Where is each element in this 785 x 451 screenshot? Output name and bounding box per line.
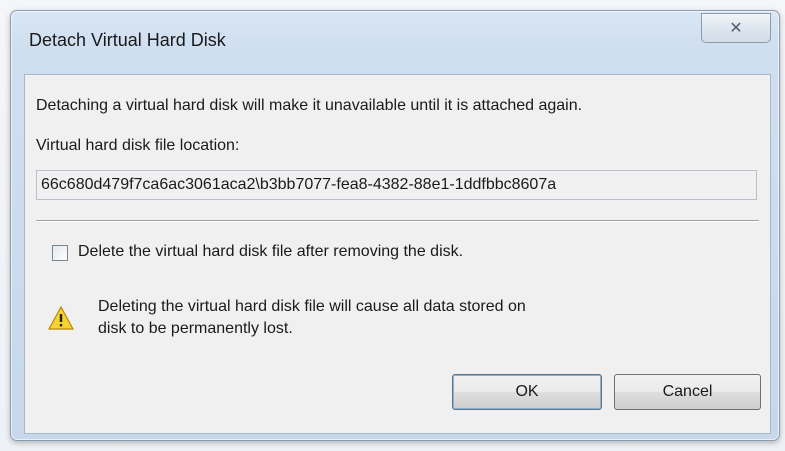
divider [36,220,759,222]
close-icon: ✕ [729,20,743,37]
dialog-title: Detach Virtual Hard Disk [29,30,226,50]
warning-line-2: disk to be permanently lost. [98,320,293,337]
delete-file-label[interactable]: Delete the virtual hard disk file after … [78,243,463,261]
ok-button[interactable]: OK [452,374,602,410]
delete-file-checkbox[interactable] [52,245,68,261]
warning-icon [48,306,74,330]
intro-text: Detaching a virtual hard disk will make … [36,97,583,114]
close-button[interactable]: ✕ [701,13,771,43]
location-field[interactable] [36,170,757,200]
location-label: Virtual hard disk file location: [36,137,240,154]
warning-line-1: Deleting the virtual hard disk file will… [98,298,526,315]
dialog-titlebar: Detach Virtual Hard Disk ✕ [11,11,779,69]
cancel-button[interactable]: Cancel [614,374,761,410]
location-input[interactable] [37,171,756,199]
